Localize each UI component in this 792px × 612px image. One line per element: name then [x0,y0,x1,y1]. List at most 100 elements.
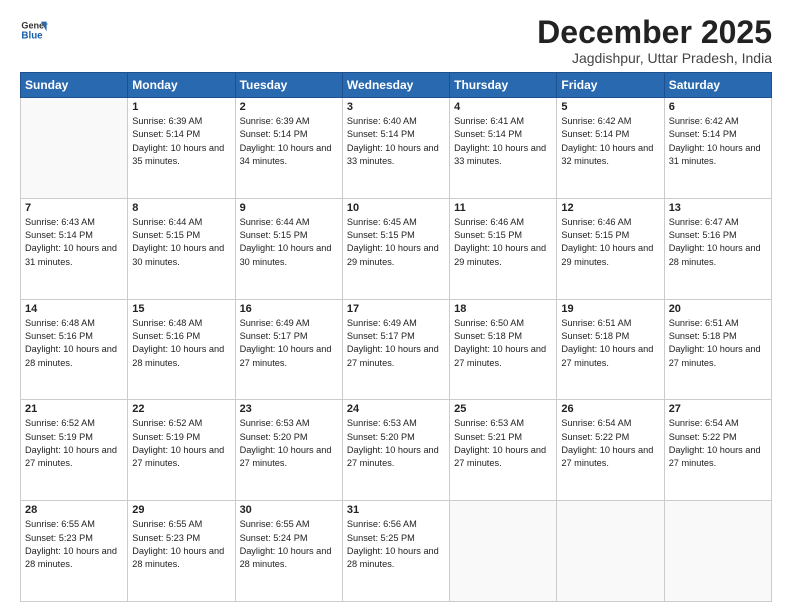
day-info: Sunrise: 6:55 AMSunset: 5:23 PMDaylight:… [132,518,230,571]
calendar-cell: 25Sunrise: 6:53 AMSunset: 5:21 PMDayligh… [450,400,557,501]
day-number: 1 [132,101,230,113]
week-row-1: 1 Sunrise: 6:39 AMSunset: 5:14 PMDaylight… [21,98,772,199]
calendar-cell: 23 Sunrise: 6:53 AMSunset: 5:20 PMDayligh… [235,400,342,501]
day-number: 21 [25,403,123,415]
day-number: 3 [347,101,445,113]
day-number: 16 [240,303,338,315]
calendar-cell: 18Sunrise: 6:50 AMSunset: 5:18 PMDayligh… [450,299,557,400]
day-number: 17 [347,303,445,315]
weekday-header-wednesday: Wednesday [342,73,449,98]
calendar-cell: 19 Sunrise: 6:51 AMSunset: 5:18 PMDayligh… [557,299,664,400]
calendar-cell: 2 Sunrise: 6:39 AMSunset: 5:14 PMDaylight… [235,98,342,199]
weekday-header-friday: Friday [557,73,664,98]
day-info: Sunrise: 6:54 AMSunset: 5:22 PMDaylight:… [561,417,659,470]
calendar-cell: 13Sunrise: 6:47 AMSunset: 5:16 PMDayligh… [664,198,771,299]
svg-text:Blue: Blue [21,30,43,41]
day-info: Sunrise: 6:56 AMSunset: 5:25 PMDaylight:… [347,518,445,571]
day-number: 22 [132,403,230,415]
day-info: Sunrise: 6:55 AMSunset: 5:24 PMDaylight:… [240,518,338,571]
calendar-table: SundayMondayTuesdayWednesdayThursdayFrid… [20,72,772,602]
calendar-cell [664,501,771,602]
calendar-cell: 3Sunrise: 6:40 AMSunset: 5:14 PMDaylight… [342,98,449,199]
day-info: Sunrise: 6:53 AMSunset: 5:20 PMDaylight:… [240,417,338,470]
calendar-cell: 12Sunrise: 6:46 AMSunset: 5:15 PMDayligh… [557,198,664,299]
calendar-cell: 22 Sunrise: 6:52 AMSunset: 5:19 PMDayligh… [128,400,235,501]
day-number: 30 [240,504,338,516]
calendar-page: General Blue December 2025 Jagdishpur, U… [0,0,792,612]
location-subtitle: Jagdishpur, Uttar Pradesh, India [537,50,772,66]
calendar-cell: 26 Sunrise: 6:54 AMSunset: 5:22 PMDayligh… [557,400,664,501]
weekday-header-thursday: Thursday [450,73,557,98]
day-number: 26 [561,403,659,415]
calendar-cell: 16Sunrise: 6:49 AMSunset: 5:17 PMDayligh… [235,299,342,400]
calendar-cell: 20Sunrise: 6:51 AMSunset: 5:18 PMDayligh… [664,299,771,400]
day-info: Sunrise: 6:48 AMSunset: 5:16 PMDaylight:… [132,317,230,370]
month-title: December 2025 [537,16,772,48]
day-number: 5 [561,101,659,113]
calendar-cell: 30 Sunrise: 6:55 AMSunset: 5:24 PMDayligh… [235,501,342,602]
weekday-header-monday: Monday [128,73,235,98]
week-row-2: 7Sunrise: 6:43 AMSunset: 5:14 PMDaylight… [21,198,772,299]
title-block: December 2025 Jagdishpur, Uttar Pradesh,… [537,16,772,66]
calendar-cell: 8Sunrise: 6:44 AMSunset: 5:15 PMDaylight… [128,198,235,299]
day-number: 23 [240,403,338,415]
calendar-cell: 5Sunrise: 6:42 AMSunset: 5:14 PMDaylight… [557,98,664,199]
day-number: 4 [454,101,552,113]
day-number: 12 [561,202,659,214]
day-number: 2 [240,101,338,113]
day-number: 27 [669,403,767,415]
day-info: Sunrise: 6:44 AMSunset: 5:15 PMDaylight:… [240,216,338,269]
weekday-header-tuesday: Tuesday [235,73,342,98]
day-number: 28 [25,504,123,516]
day-number: 11 [454,202,552,214]
day-info: Sunrise: 6:47 AMSunset: 5:16 PMDaylight:… [669,216,767,269]
weekday-header-row: SundayMondayTuesdayWednesdayThursdayFrid… [21,73,772,98]
day-info: Sunrise: 6:51 AMSunset: 5:18 PMDaylight:… [669,317,767,370]
calendar-cell: 15Sunrise: 6:48 AMSunset: 5:16 PMDayligh… [128,299,235,400]
calendar-cell: 31 Sunrise: 6:56 AMSunset: 5:25 PMDayligh… [342,501,449,602]
day-number: 31 [347,504,445,516]
week-row-4: 21 Sunrise: 6:52 AMSunset: 5:19 PMDayligh… [21,400,772,501]
calendar-cell: 4 Sunrise: 6:41 AMSunset: 5:14 PMDaylight… [450,98,557,199]
day-number: 10 [347,202,445,214]
day-info: Sunrise: 6:49 AMSunset: 5:17 PMDaylight:… [347,317,445,370]
day-info: Sunrise: 6:52 AMSunset: 5:19 PMDaylight:… [132,417,230,470]
logo: General Blue [20,16,48,44]
day-info: Sunrise: 6:46 AMSunset: 5:15 PMDaylight:… [454,216,552,269]
day-number: 9 [240,202,338,214]
calendar-cell: 29 Sunrise: 6:55 AMSunset: 5:23 PMDayligh… [128,501,235,602]
calendar-cell: 28Sunrise: 6:55 AMSunset: 5:23 PMDayligh… [21,501,128,602]
day-number: 24 [347,403,445,415]
day-info: Sunrise: 6:51 AMSunset: 5:18 PMDaylight:… [561,317,659,370]
calendar-cell: 6 Sunrise: 6:42 AMSunset: 5:14 PMDaylight… [664,98,771,199]
day-info: Sunrise: 6:45 AMSunset: 5:15 PMDaylight:… [347,216,445,269]
day-info: Sunrise: 6:48 AMSunset: 5:16 PMDaylight:… [25,317,123,370]
calendar-cell [450,501,557,602]
calendar-cell: 14 Sunrise: 6:48 AMSunset: 5:16 PMDayligh… [21,299,128,400]
calendar-cell: 24 Sunrise: 6:53 AMSunset: 5:20 PMDayligh… [342,400,449,501]
calendar-cell: 21 Sunrise: 6:52 AMSunset: 5:19 PMDayligh… [21,400,128,501]
logo-icon: General Blue [20,16,48,44]
weekday-header-saturday: Saturday [664,73,771,98]
calendar-cell: 11 Sunrise: 6:46 AMSunset: 5:15 PMDayligh… [450,198,557,299]
day-info: Sunrise: 6:42 AMSunset: 5:14 PMDaylight:… [669,115,767,168]
calendar-cell: 7Sunrise: 6:43 AMSunset: 5:14 PMDaylight… [21,198,128,299]
calendar-cell: 1 Sunrise: 6:39 AMSunset: 5:14 PMDaylight… [128,98,235,199]
day-info: Sunrise: 6:53 AMSunset: 5:20 PMDaylight:… [347,417,445,470]
calendar-cell: 10 Sunrise: 6:45 AMSunset: 5:15 PMDayligh… [342,198,449,299]
day-number: 29 [132,504,230,516]
day-info: Sunrise: 6:39 AMSunset: 5:14 PMDaylight:… [240,115,338,168]
calendar-cell: 27Sunrise: 6:54 AMSunset: 5:22 PMDayligh… [664,400,771,501]
day-number: 6 [669,101,767,113]
day-number: 8 [132,202,230,214]
calendar-cell [21,98,128,199]
calendar-cell: 9 Sunrise: 6:44 AMSunset: 5:15 PMDaylight… [235,198,342,299]
calendar-cell [557,501,664,602]
day-number: 7 [25,202,123,214]
day-info: Sunrise: 6:41 AMSunset: 5:14 PMDaylight:… [454,115,552,168]
day-number: 19 [561,303,659,315]
day-info: Sunrise: 6:52 AMSunset: 5:19 PMDaylight:… [25,417,123,470]
day-number: 14 [25,303,123,315]
day-info: Sunrise: 6:39 AMSunset: 5:14 PMDaylight:… [132,115,230,168]
week-row-5: 28 Sunrise: 6:55 AMSunset: 5:23 PMDayligh… [21,501,772,602]
